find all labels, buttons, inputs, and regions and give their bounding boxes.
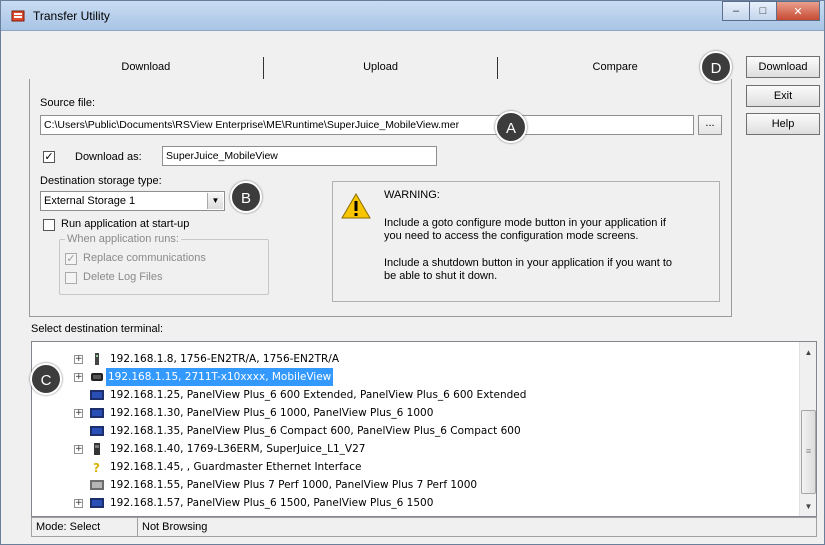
terminal-row[interactable]: + 192.168.1.57, PanelView Plus_6 1500, P… — [32, 494, 798, 512]
delete-log-files-label: Delete Log Files — [83, 271, 163, 283]
browse-button[interactable]: ... — [698, 115, 722, 135]
warning-title: WARNING: — [384, 189, 440, 201]
close-button[interactable]: ✕ — [776, 1, 820, 21]
tab-compare[interactable]: Compare — [498, 57, 732, 79]
terminal-row-label: 192.168.1.8, 1756-EN2TR/A, 1756-EN2TR/A — [110, 353, 340, 365]
callout-c: C — [30, 363, 62, 395]
terminal-row[interactable]: 192.168.1.55, PanelView Plus 7 Perf 1000… — [32, 476, 798, 494]
terminal-row[interactable]: + 192.168.1.30, PanelView Plus_6 1000, P… — [32, 404, 798, 422]
status-mode: Mode: Select — [31, 517, 137, 537]
destination-storage-select[interactable]: External Storage 1 ▼ — [40, 191, 225, 211]
terminal-row[interactable]: 192.168.1.35, PanelView Plus_6 Compact 6… — [32, 422, 798, 440]
download-as-checkbox[interactable]: ✓ — [43, 151, 55, 163]
terminal-row-label: 192.168.1.25, PanelView Plus_6 600 Exten… — [110, 389, 527, 401]
warning-line-1b: you need to access the configuration mod… — [384, 230, 639, 242]
help-button[interactable]: Help — [746, 113, 820, 135]
when-app-runs-title: When application runs: — [65, 233, 181, 245]
replace-communications-checkbox[interactable]: ✓ — [65, 253, 77, 265]
terminal-row-label: 192.168.1.15, 2711T-x10xxxx, MobileView — [106, 368, 334, 386]
terminal-tree[interactable]: + 192.168.1.8, 1756-EN2TR/A, 1756-EN2TR/… — [31, 341, 817, 517]
destination-storage-label: Destination storage type: — [40, 175, 162, 187]
download-as-label: Download as: — [75, 151, 142, 163]
tab-strip: Download Upload Compare — [29, 57, 732, 79]
expand-icon[interactable]: + — [74, 409, 83, 418]
transfer-utility-window: Transfer Utility – □ ✕ Download Upload C… — [0, 0, 825, 545]
callout-a: A — [495, 111, 527, 143]
callout-d: D — [700, 51, 732, 83]
run-at-startup-checkbox[interactable] — [43, 219, 55, 231]
module-icon — [95, 353, 99, 365]
title-bar[interactable]: Transfer Utility – □ ✕ — [1, 1, 824, 31]
terminal-row[interactable]: + 192.168.1.8, 1756-EN2TR/A, 1756-EN2TR/… — [32, 350, 798, 368]
download-button[interactable]: Download — [746, 56, 820, 78]
terminal-row-selected[interactable]: + 192.168.1.15, 2711T-x10xxxx, MobileVie… — [32, 368, 798, 386]
mobileview-icon — [91, 373, 103, 381]
select-terminal-label: Select destination terminal: — [31, 323, 164, 335]
run-at-startup-label: Run application at start-up — [61, 218, 190, 230]
scroll-down-icon[interactable]: ▼ — [800, 498, 817, 515]
minimize-button[interactable]: – — [722, 1, 750, 21]
expand-icon[interactable]: + — [74, 373, 83, 382]
window-title: Transfer Utility — [33, 9, 110, 23]
status-bar: Mode: Select Not Browsing — [31, 517, 817, 537]
source-file-label: Source file: — [40, 97, 96, 109]
terminal-row[interactable]: 192.168.1.25, PanelView Plus_6 600 Exten… — [32, 386, 798, 404]
terminal-row-label: 192.168.1.40, 1769-L36ERM, SuperJuice_L1… — [110, 443, 366, 455]
terminal-row-label: 192.168.1.45, , Guardmaster Ethernet Int… — [110, 461, 362, 473]
vertical-scrollbar[interactable]: ▲ ≡ ▼ — [799, 342, 816, 516]
unknown-device-icon: ? — [93, 461, 100, 473]
expand-icon[interactable]: + — [74, 445, 83, 454]
warning-line-1a: Include a goto configure mode button in … — [384, 217, 666, 229]
source-file-field[interactable]: C:\Users\Public\Documents\RSView Enterpr… — [40, 115, 694, 135]
expand-icon[interactable]: + — [74, 355, 83, 364]
panelview-icon — [90, 408, 104, 418]
status-browsing: Not Browsing — [137, 517, 817, 537]
warning-line-2b: be able to shut it down. — [384, 270, 498, 282]
scroll-thumb[interactable]: ≡ — [801, 410, 816, 494]
chevron-down-icon[interactable]: ▼ — [207, 193, 223, 209]
download-as-field[interactable]: SuperJuice_MobileView — [162, 146, 437, 166]
svg-text:?: ? — [93, 461, 100, 473]
panelview-grey-icon — [90, 480, 104, 490]
warning-line-2a: Include a shutdown button in your applic… — [384, 257, 673, 269]
terminal-row-label: 192.168.1.30, PanelView Plus_6 1000, Pan… — [110, 407, 434, 419]
terminal-row-label: 192.168.1.55, PanelView Plus 7 Perf 1000… — [110, 479, 478, 491]
tab-download[interactable]: Download — [29, 57, 264, 79]
panelview-icon — [90, 498, 104, 508]
terminal-row-label: 192.168.1.35, PanelView Plus_6 Compact 6… — [110, 425, 521, 437]
controller-icon — [94, 443, 100, 455]
warning-icon — [341, 193, 371, 219]
expand-icon[interactable]: + — [74, 499, 83, 508]
panelview-icon — [90, 390, 104, 400]
callout-b: B — [230, 181, 262, 213]
scroll-up-icon[interactable]: ▲ — [800, 344, 817, 361]
app-icon — [11, 10, 25, 22]
delete-log-files-checkbox[interactable] — [65, 272, 77, 284]
destination-storage-value: External Storage 1 — [44, 195, 136, 207]
terminal-row-label: 192.168.1.57, PanelView Plus_6 1500, Pan… — [110, 497, 434, 509]
exit-button[interactable]: Exit — [746, 85, 820, 107]
terminal-row[interactable]: ? 192.168.1.45, , Guardmaster Ethernet I… — [32, 458, 798, 476]
panelview-icon — [90, 426, 104, 436]
window-controls: – □ ✕ — [722, 1, 820, 21]
maximize-button[interactable]: □ — [749, 1, 777, 21]
tab-upload[interactable]: Upload — [264, 57, 499, 79]
terminal-row[interactable]: + 192.168.1.40, 1769-L36ERM, SuperJuice_… — [32, 440, 798, 458]
replace-communications-label: Replace communications — [83, 252, 206, 264]
when-app-runs-group — [59, 239, 269, 295]
